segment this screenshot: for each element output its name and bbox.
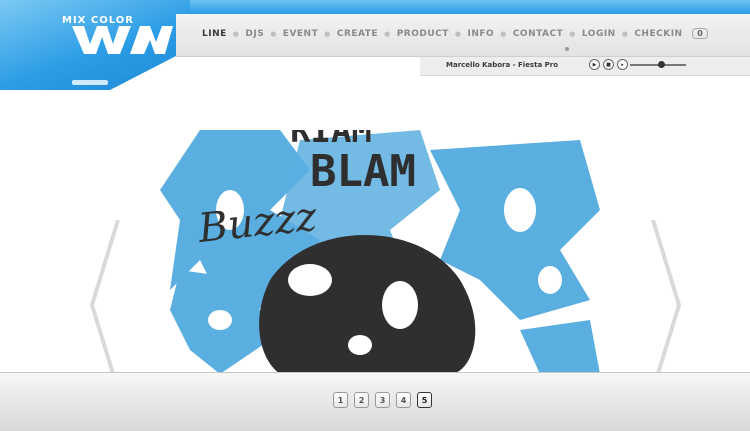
logo-tagline-bar — [72, 80, 108, 85]
page-button-2[interactable]: 2 — [354, 392, 369, 408]
page-button-1[interactable]: 1 — [333, 392, 348, 408]
slide-artwork: BLAM RIAM BLAM Buzzz — [160, 130, 600, 374]
next-arrow-icon[interactable] — [645, 220, 685, 390]
nav-item-product[interactable]: PRODUCT — [391, 29, 455, 39]
art-word-blam: BLAM — [310, 146, 416, 197]
previous-arrow-icon[interactable] — [88, 220, 128, 390]
nav-separator: ● — [569, 29, 576, 38]
nav-item-event[interactable]: EVENT — [277, 29, 324, 39]
nav-separator: ● — [621, 29, 629, 38]
page-button-4[interactable]: 4 — [396, 392, 411, 408]
nav-item-checkin[interactable]: CHECKIN 0 — [628, 28, 714, 39]
nav-item-contact[interactable]: CONTACT — [507, 29, 569, 39]
page-button-5[interactable]: 5 — [417, 392, 432, 408]
page-button-3[interactable]: 3 — [375, 392, 390, 408]
nav-item-create[interactable]: CREATE — [331, 29, 384, 39]
next-icon[interactable]: ▸ — [617, 59, 628, 70]
nav-indicator-dot — [565, 47, 569, 51]
nav-item-login[interactable]: LOGIN — [576, 29, 622, 39]
nav-separator: ● — [232, 29, 240, 38]
stop-icon[interactable]: ■ — [603, 59, 614, 70]
slideshow-stage: BLAM RIAM BLAM Buzzz — [0, 90, 750, 390]
nav-separator: ● — [324, 29, 331, 38]
play-icon[interactable]: ▶ — [589, 59, 600, 70]
checkin-label: CHECKIN — [634, 29, 683, 39]
nav-item-line[interactable]: LINE — [196, 29, 233, 39]
nav-separator: ● — [454, 29, 462, 38]
nav-separator: ● — [270, 29, 277, 38]
main-nav: LINE ● DJS ● EVENT ● CREATE ● PRODUCT ● … — [196, 28, 714, 39]
volume-slider-handle[interactable] — [658, 61, 665, 68]
now-playing-track: Marcello Kabora - Fiesta Pro — [446, 61, 558, 69]
nav-item-info[interactable]: INFO — [462, 29, 501, 39]
nav-item-djs[interactable]: DJS — [239, 29, 270, 39]
checkin-count-badge: 0 — [692, 28, 709, 39]
nav-separator: ● — [384, 29, 391, 38]
logo-icon[interactable] — [70, 24, 175, 60]
slide-pagination: 1 2 3 4 5 — [333, 392, 432, 408]
nav-separator: ● — [500, 29, 507, 38]
